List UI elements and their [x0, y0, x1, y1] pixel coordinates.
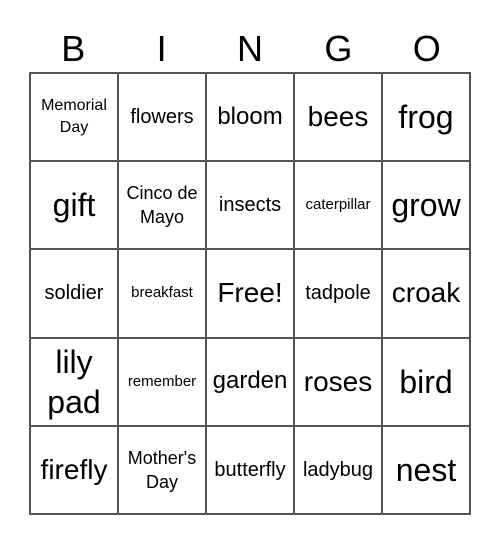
bingo-cell[interactable]: insects: [206, 161, 294, 250]
bingo-cell-text: Cinco de Mayo: [126, 182, 198, 228]
bingo-cell[interactable]: Memorial Day: [30, 73, 118, 162]
bingo-cell[interactable]: Free!: [206, 249, 294, 338]
bingo-cell[interactable]: tadpole: [294, 249, 382, 338]
bingo-cell[interactable]: firefly: [30, 425, 118, 514]
bingo-cell-text: bird: [399, 363, 453, 400]
bingo-cell-text: Mother's Day: [127, 447, 197, 492]
bingo-cell[interactable]: bird: [382, 337, 470, 426]
bingo-cell[interactable]: grow: [382, 161, 470, 250]
bingo-cell-text: lily pad: [47, 343, 101, 420]
bingo-cell-text: gift: [52, 187, 96, 224]
bingo-cell-text: butterfly: [214, 458, 286, 481]
bingo-cell-text: nest: [395, 451, 457, 488]
bingo-cell-text: firefly: [40, 453, 108, 485]
bingo-cell-text: bloom: [217, 102, 283, 130]
bingo-cell[interactable]: remember: [118, 337, 206, 426]
bingo-cell-text: remember: [127, 372, 197, 390]
bingo-cell-text: Free!: [217, 277, 283, 309]
bingo-cell-text: insects: [218, 194, 282, 217]
bingo-cell[interactable]: roses: [294, 337, 382, 426]
bingo-cell[interactable]: Mother's Day: [118, 425, 206, 514]
bingo-card-grid: Memorial Day flowers bloom bees frog gift Cinc…: [29, 72, 471, 515]
bingo-cell[interactable]: caterpillar: [294, 161, 382, 250]
bingo-cell-text: garden: [212, 367, 288, 395]
bingo-cell-text: caterpillar: [305, 196, 371, 214]
bingo-cell[interactable]: breakfast: [118, 249, 206, 338]
header-letter-n: N: [236, 28, 263, 69]
bingo-cell[interactable]: bees: [294, 73, 382, 162]
bingo-cell[interactable]: soldier: [30, 249, 118, 338]
bingo-cell-text: croak: [391, 277, 461, 309]
bingo-cell[interactable]: flowers: [118, 73, 206, 162]
bingo-cell-text: soldier: [44, 282, 104, 305]
bingo-cell-text: grow: [391, 187, 461, 224]
bingo-cell-text: tadpole: [305, 282, 371, 305]
bingo-cell-text: frog: [398, 99, 454, 136]
bingo-cell-text: bees: [307, 100, 369, 132]
header-letter-b: B: [61, 28, 86, 69]
bingo-header: B I N G O: [29, 26, 471, 72]
bingo-cell-text: flowers: [130, 106, 194, 129]
bingo-cell[interactable]: garden: [206, 337, 294, 426]
header-letter-g: G: [324, 28, 353, 69]
bingo-cell-text: roses: [303, 365, 373, 397]
bingo-cell[interactable]: bloom: [206, 73, 294, 162]
bingo-cell[interactable]: Cinco de Mayo: [118, 161, 206, 250]
bingo-cell[interactable]: frog: [382, 73, 470, 162]
header-letter-o: O: [412, 28, 441, 69]
bingo-cell-text: ladybug: [302, 458, 374, 481]
bingo-cell-text: Memorial Day: [41, 96, 107, 137]
header-letter-i: I: [156, 28, 167, 69]
bingo-cell-text: breakfast: [131, 284, 193, 302]
bingo-cell[interactable]: lily pad: [30, 337, 118, 426]
bingo-cell[interactable]: nest: [382, 425, 470, 514]
bingo-cell[interactable]: gift: [30, 161, 118, 250]
bingo-cell[interactable]: butterfly: [206, 425, 294, 514]
bingo-cell[interactable]: croak: [382, 249, 470, 338]
bingo-cell[interactable]: ladybug: [294, 425, 382, 514]
